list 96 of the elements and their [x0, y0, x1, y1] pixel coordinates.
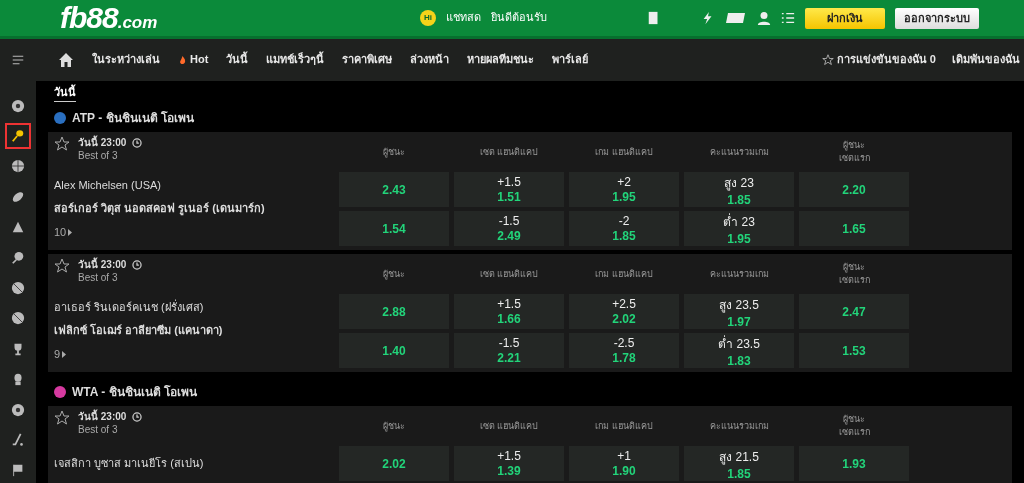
nav-link[interactable]: หายผลทีมชนะ: [467, 53, 535, 67]
paddle-icon: [11, 250, 25, 265]
nav-link[interactable]: เดิมพันของฉัน: [952, 53, 1020, 67]
home-icon: [58, 52, 74, 68]
today-tab[interactable]: วันนี้: [54, 82, 76, 102]
deposit-button[interactable]: ฝากเงิน: [805, 7, 885, 29]
column-heading: ผู้ชนะ: [382, 145, 406, 159]
odds-button[interactable]: 2.43: [339, 172, 449, 207]
team-name: เฟลิกซ์ โอเฌร์ อาลียาซีม (แคนาดา): [54, 324, 224, 338]
odds-button[interactable]: +1.5 1.39: [454, 446, 564, 481]
column-heading: คะแนนรวมเกม: [708, 145, 770, 159]
more-markets-link[interactable]: 9: [54, 347, 334, 361]
nav-link[interactable]: ล่วงหน้า: [410, 53, 450, 67]
match-time: วันนี้ 23:00: [78, 258, 127, 271]
flag-icon: [11, 463, 25, 478]
user-icon: [757, 10, 771, 26]
football-icon: [11, 189, 25, 204]
odds-button[interactable]: 2.02: [339, 446, 449, 481]
team-name: เจสสิกา บูซาส มาเนยีโร (สเปน): [54, 457, 205, 470]
basketball-icon: [11, 159, 25, 174]
odds-button[interactable]: 1.53: [799, 333, 909, 368]
nav-link[interactable]: ราคาพิเศษ: [342, 53, 393, 67]
match-time: วันนี้ 23:00: [78, 410, 127, 423]
nav-link[interactable]: วันนี้: [226, 53, 249, 67]
column-heading: ผู้ชนะ เซตแรก: [837, 413, 871, 439]
match-format: Best of 3: [78, 423, 119, 436]
odds-button[interactable]: 2.88: [339, 294, 449, 329]
odds-button[interactable]: สูง 21.5 1.85: [684, 446, 794, 481]
column-heading: คะแนนรวมเกม: [708, 267, 770, 281]
odds-button[interactable]: -2 1.85: [569, 211, 679, 246]
ball-icon: [11, 311, 25, 326]
chat-badge[interactable]: Hi: [420, 10, 436, 26]
column-heading: เกม แฮนดิแคป: [594, 267, 654, 281]
odds-button[interactable]: 1.65: [799, 211, 909, 246]
team-name: อาเธอร์ รินเดอร์คเนช (ฝรั่งเศส): [54, 301, 205, 315]
nav-link[interactable]: พาร์เลย์: [552, 53, 589, 67]
column-heading: เซต แฮนดิแคป: [478, 267, 540, 281]
menu-icon: [11, 54, 25, 66]
list-icon: [781, 11, 795, 25]
odds-button[interactable]: +2 1.95: [569, 172, 679, 207]
odds-button[interactable]: +1 1.90: [569, 446, 679, 481]
nav-link[interactable]: ในระหว่างเล่น: [92, 53, 160, 67]
odds-button[interactable]: +1.5 1.66: [454, 294, 564, 329]
odds-button[interactable]: 2.20: [799, 172, 909, 207]
match-format: Best of 3: [78, 271, 119, 284]
racket-icon: [11, 129, 25, 144]
odds-button[interactable]: สูง 23 1.85: [684, 172, 794, 207]
odds-button[interactable]: 1.40: [339, 333, 449, 368]
odds-button[interactable]: 1.54: [339, 211, 449, 246]
sport-tab[interactable]: [5, 123, 31, 149]
more-markets-link[interactable]: 10: [54, 225, 334, 239]
clock-icon: [132, 259, 143, 270]
ball-icon: [11, 281, 25, 296]
home-button[interactable]: [58, 52, 74, 68]
league-name: ATP - ชินชินเนติ โอเพน: [72, 110, 194, 126]
odds-button[interactable]: -2.5 1.78: [569, 333, 679, 368]
star-icon: [54, 410, 70, 426]
column-heading: เกม แฮนดิแคป: [594, 419, 654, 433]
welcome-text: ยินดีต้อนรับ: [491, 11, 547, 25]
odds-button[interactable]: 1.93: [799, 446, 909, 481]
hockey-stick-icon: [11, 433, 25, 447]
odds-button[interactable]: 2.47: [799, 294, 909, 329]
star-icon: [54, 258, 70, 274]
flame-icon: [178, 54, 187, 66]
logo[interactable]: fb88.com: [60, 0, 158, 36]
odds-button[interactable]: -1.5 2.21: [454, 333, 564, 368]
column-heading: เซต แฮนดิแคป: [478, 145, 540, 159]
nav-link[interactable]: Hot: [178, 53, 209, 67]
team-name: สอร์เกอร์ วิตุส นอดสคอฟ รูเนอร์ (เดนมาร์ก): [54, 202, 266, 216]
caret-icon: [62, 350, 67, 358]
column-heading: ผู้ชนะ: [382, 267, 406, 281]
odds-button[interactable]: สูง 23.5 1.97: [684, 294, 794, 329]
live-chat-link[interactable]: แชทสด: [446, 11, 481, 25]
odds-button[interactable]: ต่ำ 23 1.95: [684, 211, 794, 246]
odds-button[interactable]: +2.5 2.02: [569, 294, 679, 329]
odds-button[interactable]: -1.5 2.49: [454, 211, 564, 246]
odds-button[interactable]: ต่ำ 23.5 1.83: [684, 333, 794, 368]
column-heading: เซต แฮนดิแคป: [478, 419, 540, 433]
column-heading: ผู้ชนะ เซตแรก: [837, 261, 871, 287]
nav-link[interactable]: การแข่งขันของฉัน 0: [821, 53, 936, 67]
column-heading: เกม แฮนดิแคป: [594, 145, 654, 159]
caret-icon: [68, 228, 73, 236]
star-icon: [54, 136, 70, 152]
odds-button[interactable]: +1.5 1.51: [454, 172, 564, 207]
logout-button[interactable]: ออกจากระบบ: [895, 7, 979, 29]
match-time: วันนี้ 23:00: [78, 136, 127, 149]
match-format: Best of 3: [78, 149, 119, 162]
nav-link[interactable]: แมทช์เร็วๆนี้: [266, 53, 325, 67]
clock-icon: [132, 137, 143, 148]
column-heading: คะแนนรวมเกม: [708, 419, 770, 433]
clock-icon: [132, 411, 143, 422]
column-heading: ผู้ชนะ: [382, 419, 406, 433]
star-icon: [821, 54, 834, 66]
league-name: WTA - ชินชินเนติ โอเพน: [72, 384, 197, 400]
column-heading: ผู้ชนะ เซตแรก: [837, 139, 871, 165]
team-name: Alex Michelsen (USA): [54, 179, 162, 193]
